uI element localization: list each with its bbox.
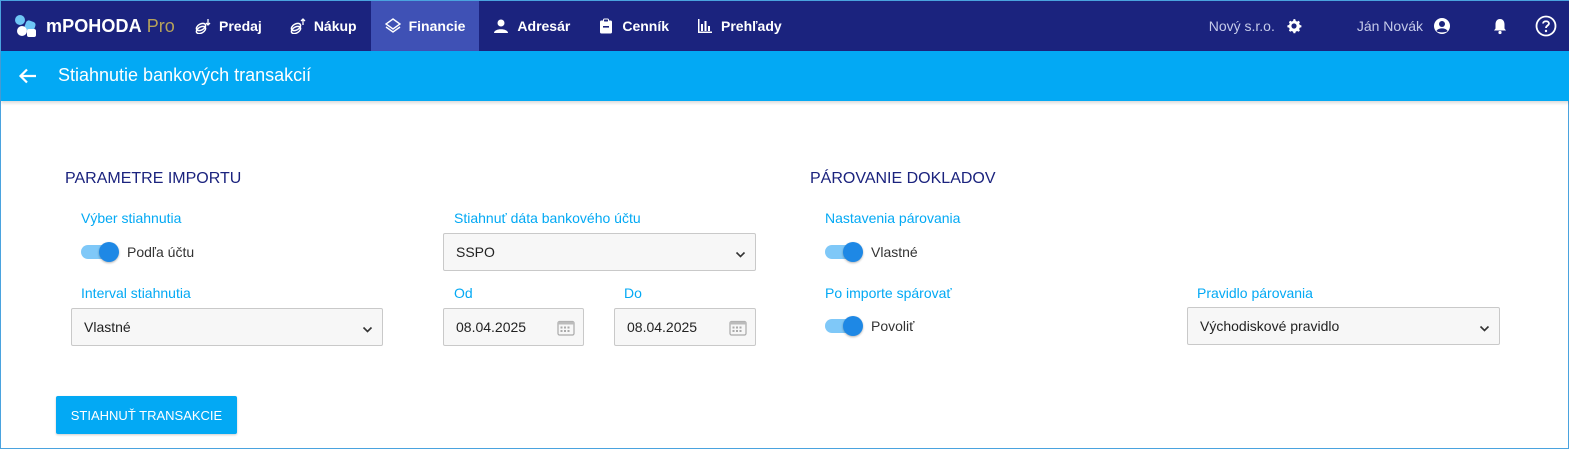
pairing-settings-value: Vlastné (871, 244, 918, 260)
bank-account-label: Stiahnuť dáta bankového účtu (454, 210, 641, 226)
pairing-settings-label: Nastavenia párovania (825, 210, 961, 226)
finance-icon (384, 18, 401, 34)
pairing-rule-select[interactable]: Východiskové pravidlo (1187, 307, 1500, 345)
header-right: Nový s.r.o. Ján Novák (1209, 1, 1569, 51)
purchase-coins-icon (290, 18, 306, 34)
app-brand-name: mPOHODA (46, 15, 142, 36)
pairing-section-title: PÁROVANIE DOKLADOV (810, 170, 996, 187)
user-name: Ján Novák (1356, 18, 1423, 34)
interval-value: Vlastné (84, 319, 131, 335)
gear-icon (1285, 17, 1303, 35)
after-import-value: Povoliť (871, 318, 915, 334)
toggle-knob (99, 242, 119, 262)
download-choice-toggle[interactable]: Podľa účtu (81, 242, 195, 262)
from-date-value: 08.04.2025 (456, 319, 527, 335)
nav-label: Nákup (313, 18, 357, 34)
page-header-bar: Stiahnutie bankových transakcií (1, 51, 1569, 101)
bank-account-select[interactable]: SSPO (443, 233, 756, 271)
chevron-down-icon (735, 247, 746, 258)
nav-item-adresar[interactable]: Adresár (479, 1, 584, 51)
nav-item-predaj[interactable]: Predaj (181, 1, 276, 51)
nav-item-cennik[interactable]: Cenník (584, 1, 683, 51)
top-navigation-bar: mPOHODA Pro Predaj Nákup Financie Adresá… (1, 1, 1569, 51)
page-title: Stiahnutie bankových transakcií (58, 65, 312, 85)
clipboard-icon (598, 18, 614, 34)
back-arrow-icon[interactable] (18, 66, 38, 86)
interval-label: Interval stiahnutia (81, 285, 191, 301)
bar-chart-icon (697, 18, 713, 34)
calendar-icon[interactable] (557, 319, 575, 336)
chevron-down-icon (362, 322, 373, 333)
download-choice-label: Výber stiahnutia (81, 210, 182, 226)
app-edition: Pro (146, 15, 175, 36)
to-date-label: Do (624, 285, 642, 301)
toggle-knob (843, 316, 863, 336)
nav-item-nakup[interactable]: Nákup (276, 1, 371, 51)
sales-coins-icon (195, 18, 211, 34)
company-name: Nový s.r.o. (1208, 18, 1275, 34)
app-logo[interactable]: mPOHODA Pro (15, 13, 175, 39)
after-import-toggle[interactable]: Povoliť (825, 316, 915, 336)
after-import-label: Po importe spárovať (825, 285, 952, 301)
user-avatar-icon (1433, 17, 1451, 35)
pairing-rule-label: Pravidlo párovania (1197, 285, 1313, 301)
from-date-label: Od (454, 285, 473, 301)
pairing-settings-toggle[interactable]: Vlastné (825, 242, 918, 262)
nav-label: Adresár (517, 18, 571, 34)
bell-icon[interactable] (1491, 17, 1509, 35)
main-nav: Predaj Nákup Financie Adresár Cenník Pre… (181, 1, 796, 51)
help-icon[interactable] (1535, 15, 1557, 37)
nav-label: Predaj (219, 18, 262, 34)
user-menu[interactable]: Ján Novák (1357, 17, 1451, 35)
logo-mark-icon (15, 15, 37, 37)
chevron-down-icon (1479, 321, 1490, 332)
nav-label: Financie (408, 18, 466, 34)
bank-account-value: SSPO (456, 244, 495, 260)
person-icon (493, 18, 509, 34)
pairing-rule-value: Východiskové pravidlo (1200, 318, 1340, 334)
nav-label: Cenník (622, 18, 670, 34)
download-choice-value: Podľa účtu (127, 244, 195, 260)
download-transactions-button[interactable]: STIAHNUŤ TRANSAKCIE (56, 396, 237, 434)
import-section-title: PARAMETRE IMPORTU (65, 170, 242, 187)
nav-item-financie[interactable]: Financie (370, 1, 480, 51)
nav-label: Prehľady (721, 18, 782, 34)
company-switcher[interactable]: Nový s.r.o. (1209, 17, 1303, 35)
to-date-value: 08.04.2025 (627, 319, 698, 335)
toggle-knob (843, 242, 863, 262)
nav-item-prehlady[interactable]: Prehľady (683, 1, 796, 51)
to-date-input[interactable]: 08.04.2025 (614, 308, 756, 346)
calendar-icon[interactable] (729, 319, 747, 336)
interval-select[interactable]: Vlastné (71, 308, 383, 346)
app-window: mPOHODA Pro Predaj Nákup Financie Adresá… (0, 0, 1569, 449)
from-date-input[interactable]: 08.04.2025 (443, 308, 584, 346)
